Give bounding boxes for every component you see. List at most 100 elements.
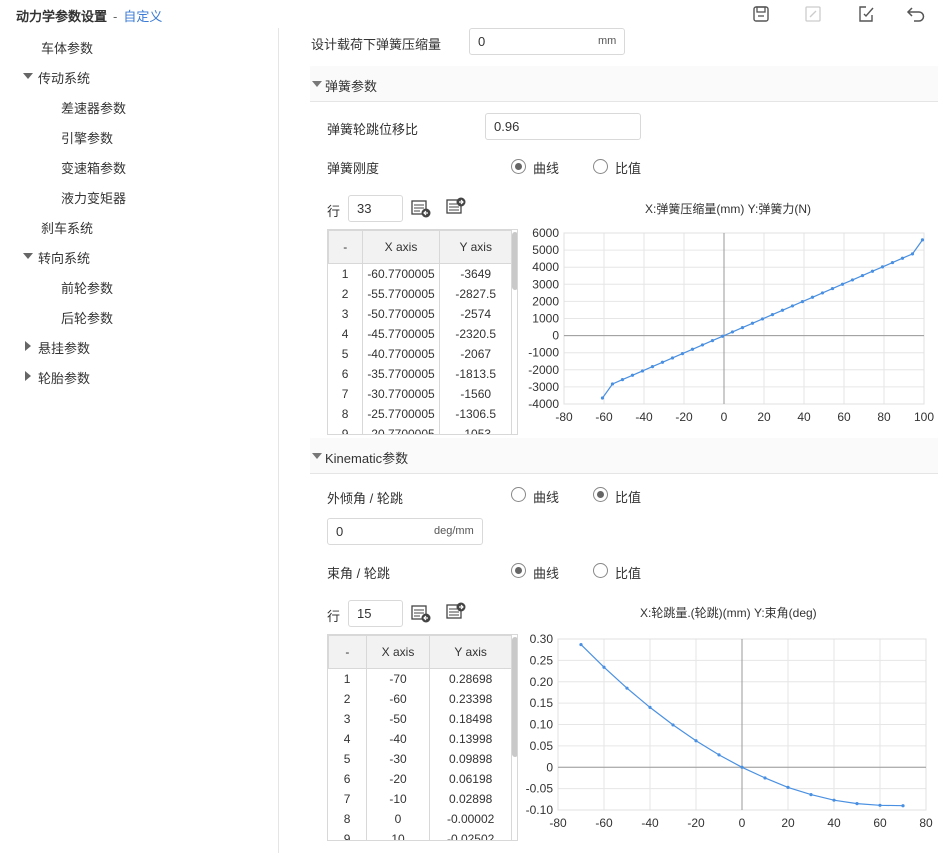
- y-value-cell[interactable]: 0.09898: [429, 748, 512, 769]
- y-value-cell[interactable]: -0.00002: [429, 808, 512, 829]
- table-row[interactable]: 9 10 -0.02502: [328, 828, 512, 840]
- x-value-cell[interactable]: -25.7700005: [362, 403, 441, 424]
- toe-ratio-radio[interactable]: [593, 563, 608, 578]
- y-value-cell[interactable]: -1053: [439, 423, 512, 434]
- y-value-cell[interactable]: -3649: [439, 263, 512, 284]
- table-row[interactable]: 5 -40.7700005 -2067: [328, 343, 512, 364]
- table-scrollbar[interactable]: [512, 232, 517, 290]
- sidebar-item-steering[interactable]: 转向系统: [38, 248, 90, 267]
- spring-curve-radio-label[interactable]: 曲线: [533, 158, 559, 177]
- table-row[interactable]: 3 -50 0.18498: [328, 708, 512, 729]
- sidebar-item-suspension[interactable]: 悬挂参数: [38, 338, 90, 357]
- y-value-cell[interactable]: -0.02502: [429, 828, 512, 840]
- table-row[interactable]: 7 -30.7700005 -1560: [328, 383, 512, 404]
- x-value-cell[interactable]: 0: [366, 808, 431, 829]
- x-value-cell[interactable]: -55.7700005: [362, 283, 441, 304]
- edit-check-icon[interactable]: [855, 3, 877, 25]
- table-row[interactable]: 4 -40 0.13998: [328, 728, 512, 749]
- table-row[interactable]: 4 -45.7700005 -2320.5: [328, 323, 512, 344]
- toe-curve-radio-label[interactable]: 曲线: [533, 563, 559, 582]
- y-value-cell[interactable]: -2320.5: [439, 323, 512, 344]
- camber-ratio-radio[interactable]: [593, 487, 608, 502]
- sidebar-item-brake[interactable]: 刹车系统: [41, 218, 93, 237]
- toe-curve-radio[interactable]: [511, 563, 526, 578]
- table-row[interactable]: 2 -55.7700005 -2827.5: [328, 283, 512, 304]
- table-row[interactable]: 8 -25.7700005 -1306.5: [328, 403, 512, 424]
- x-tick-label: -60: [595, 410, 613, 424]
- sidebar-item-differential[interactable]: 差速器参数: [61, 98, 126, 117]
- sidebar-item-front-wheel[interactable]: 前轮参数: [61, 278, 113, 297]
- x-value-cell[interactable]: -20.7700005: [362, 423, 441, 434]
- y-value-cell[interactable]: 0.02898: [429, 788, 512, 809]
- table-row[interactable]: 6 -20 0.06198: [328, 768, 512, 789]
- spring-rows-input[interactable]: 33: [348, 195, 403, 222]
- collapse-arrow-icon[interactable]: [25, 341, 31, 351]
- table-row[interactable]: 1 -70 0.28698: [328, 668, 512, 689]
- data-point: [730, 330, 735, 334]
- kinematic-section-header[interactable]: Kinematic参数: [310, 438, 938, 474]
- table-import-icon[interactable]: [410, 603, 432, 626]
- x-value-cell[interactable]: -40.7700005: [362, 343, 441, 364]
- y-value-cell[interactable]: 0.18498: [429, 708, 512, 729]
- table-row[interactable]: 5 -30 0.09898: [328, 748, 512, 769]
- sidebar-item-torque-converter[interactable]: 液力变矩器: [61, 188, 126, 207]
- x-value-cell[interactable]: -70: [366, 668, 431, 689]
- y-value-cell[interactable]: -2574: [439, 303, 512, 324]
- table-import-icon[interactable]: [410, 198, 432, 221]
- toe-rows-input[interactable]: 15: [348, 600, 403, 627]
- section-collapse-icon[interactable]: [312, 81, 322, 87]
- x-value-cell[interactable]: -30: [366, 748, 431, 769]
- y-value-cell[interactable]: -1306.5: [439, 403, 512, 424]
- expand-arrow-icon[interactable]: [23, 253, 33, 259]
- spring-ratio-radio-label[interactable]: 比值: [615, 158, 641, 177]
- section-collapse-icon[interactable]: [312, 453, 322, 459]
- undo-icon[interactable]: [905, 3, 927, 25]
- spring-ratio-radio[interactable]: [593, 159, 608, 174]
- x-value-cell[interactable]: -60: [366, 688, 431, 709]
- save-icon[interactable]: [750, 3, 772, 25]
- sidebar-item-rear-wheel[interactable]: 后轮参数: [61, 308, 113, 327]
- y-value-cell[interactable]: -1813.5: [439, 363, 512, 384]
- y-value-cell[interactable]: -2827.5: [439, 283, 512, 304]
- sidebar-item-engine[interactable]: 引擎参数: [61, 128, 113, 147]
- sidebar-item-drivetrain[interactable]: 传动系统: [38, 68, 90, 87]
- x-value-cell[interactable]: -10: [366, 788, 431, 809]
- table-row[interactable]: 2 -60 0.23398: [328, 688, 512, 709]
- sidebar-item-gearbox[interactable]: 变速箱参数: [61, 158, 126, 177]
- x-value-cell[interactable]: -35.7700005: [362, 363, 441, 384]
- y-value-cell[interactable]: 0.23398: [429, 688, 512, 709]
- x-value-cell[interactable]: -40: [366, 728, 431, 749]
- spring-ratio-input[interactable]: 0.96: [485, 113, 641, 140]
- y-value-cell[interactable]: -2067: [439, 343, 512, 364]
- x-value-cell[interactable]: -50: [366, 708, 431, 729]
- y-value-cell[interactable]: 0.13998: [429, 728, 512, 749]
- data-point: [900, 256, 905, 260]
- x-value-cell[interactable]: -20: [366, 768, 431, 789]
- camber-curve-radio-label[interactable]: 曲线: [533, 487, 559, 506]
- table-row[interactable]: 8 0 -0.00002: [328, 808, 512, 829]
- table-export-icon[interactable]: [445, 602, 467, 625]
- sidebar-item-body[interactable]: 车体参数: [41, 38, 93, 57]
- x-value-cell[interactable]: -50.7700005: [362, 303, 441, 324]
- y-value-cell[interactable]: -1560: [439, 383, 512, 404]
- collapse-arrow-icon[interactable]: [25, 371, 31, 381]
- y-value-cell[interactable]: 0.28698: [429, 668, 512, 689]
- y-value-cell[interactable]: 0.06198: [429, 768, 512, 789]
- toe-ratio-radio-label[interactable]: 比值: [615, 563, 641, 582]
- x-value-cell[interactable]: -30.7700005: [362, 383, 441, 404]
- table-row[interactable]: 7 -10 0.02898: [328, 788, 512, 809]
- table-export-icon[interactable]: [445, 197, 467, 220]
- camber-ratio-radio-label[interactable]: 比值: [615, 487, 641, 506]
- table-row[interactable]: 6 -35.7700005 -1813.5: [328, 363, 512, 384]
- x-value-cell[interactable]: -45.7700005: [362, 323, 441, 344]
- table-row[interactable]: 9 -20.7700005 -1053: [328, 423, 512, 434]
- expand-arrow-icon[interactable]: [23, 73, 33, 79]
- x-value-cell[interactable]: 10: [366, 828, 431, 840]
- spring-curve-radio[interactable]: [511, 159, 526, 174]
- x-value-cell[interactable]: -60.7700005: [362, 263, 441, 284]
- table-row[interactable]: 3 -50.7700005 -2574: [328, 303, 512, 324]
- sidebar-item-tire[interactable]: 轮胎参数: [38, 368, 90, 387]
- camber-curve-radio[interactable]: [511, 487, 526, 502]
- spring-section-header[interactable]: 弹簧参数: [310, 66, 938, 102]
- table-row[interactable]: 1 -60.7700005 -3649: [328, 263, 512, 284]
